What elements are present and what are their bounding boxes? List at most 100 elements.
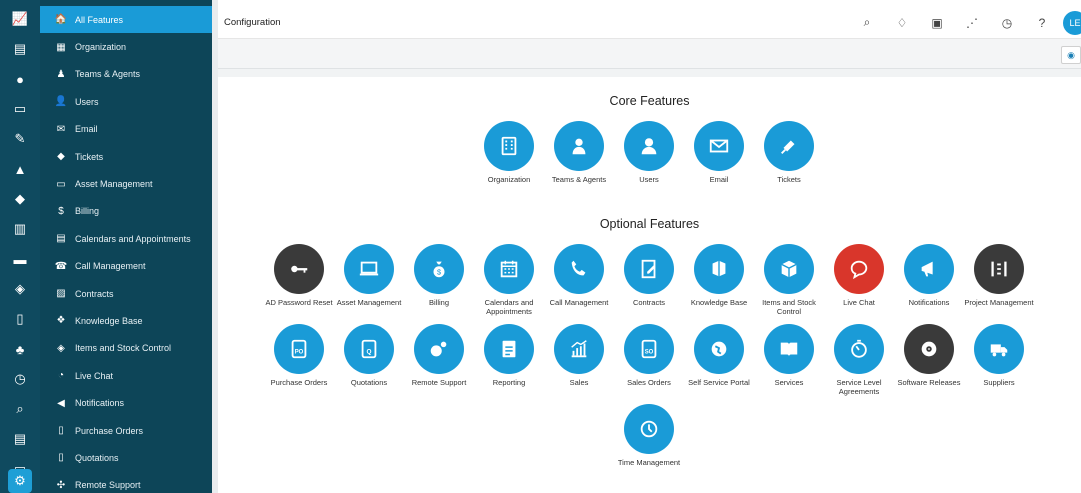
sidebar-item-quotations[interactable]: ▯ Quotations [40, 444, 212, 471]
clipboard-button[interactable]: ▣ [925, 11, 949, 35]
feature-knowledge-base[interactable]: Knowledge Base [684, 244, 754, 307]
feature-service-level-agreements[interactable]: Service Level Agreements [824, 324, 894, 396]
view-toggle-button[interactable]: ◉ [1061, 46, 1081, 64]
sidebar-item-organization[interactable]: ▦ Organization [40, 33, 212, 60]
sidebar-item-calendars-and-appointments[interactable]: ▤ Calendars and Appointments [40, 225, 212, 252]
rail-search-button[interactable]: ⌕ [0, 394, 40, 424]
sidebar-item-contracts[interactable]: ▨ Contracts [40, 280, 212, 307]
sidebar-item-all-features[interactable]: 🏠 All Features [40, 6, 212, 34]
user-icon: 👤 [54, 96, 68, 108]
search-button[interactable]: ⌕ [855, 11, 879, 35]
sidebar-item-label: Knowledge Base [75, 315, 143, 326]
sidebar-item-label: Asset Management [75, 179, 153, 190]
feature-label: Call Management [549, 298, 609, 307]
rail-user-button[interactable]: ● [0, 64, 40, 94]
sidebar-item-label: Organization [75, 42, 127, 53]
timer-icon [834, 324, 884, 374]
feature-email[interactable]: Email [684, 121, 754, 184]
sidebar-item-label: Billing [75, 206, 100, 217]
report-icon [484, 324, 534, 374]
feature-notifications[interactable]: Notifications [894, 244, 964, 307]
rail-thumbs-up-button[interactable]: ▲ [0, 154, 40, 184]
feature-suppliers[interactable]: Suppliers [964, 324, 1034, 387]
rss-button[interactable]: ⋰ [960, 11, 984, 35]
rail-book-button[interactable]: ▥ [0, 214, 40, 244]
feature-services[interactable]: Services [754, 324, 824, 387]
sidebar-item-asset-management[interactable]: ▭ Asset Management [40, 170, 212, 197]
feature-billing[interactable]: $ Billing [404, 244, 474, 307]
toolbar: ⌕ ♢ ▣ ⋰ ◷? LE [844, 6, 1081, 39]
sidebar-item-label: Remote Support [75, 480, 141, 491]
box-icon: ◆ [15, 191, 25, 206]
rail-money-bag-button[interactable]: ♣ [0, 334, 40, 364]
feature-live-chat[interactable]: Live Chat [824, 244, 894, 307]
feature-label: Time Management [617, 458, 681, 467]
feature-ad-password-reset[interactable]: AD Password Reset [264, 244, 334, 307]
rail-cube-button[interactable]: ◈ [0, 274, 40, 304]
help-button[interactable]: ? [1030, 11, 1054, 35]
feature-time-management[interactable]: Time Management [614, 404, 684, 467]
rail-calendar-button[interactable]: ▤ [0, 34, 40, 64]
agent-icon: ♟ [56, 68, 66, 80]
sidebar-item-label: Live Chat [75, 370, 114, 381]
user-icon [624, 121, 674, 171]
rail-monitor-button[interactable]: ▭ [0, 94, 40, 124]
rail-clock-button[interactable]: ◷ [0, 364, 40, 394]
bell-button[interactable]: ♢ [890, 11, 914, 35]
sidebar-item-label: Quotations [75, 452, 119, 463]
sidebar-item-tickets[interactable]: ◆ Tickets [40, 143, 212, 170]
clock-icon [624, 404, 674, 454]
rail-edit-button[interactable]: ✎ [0, 124, 40, 154]
feature-sales[interactable]: Sales [544, 324, 614, 387]
book-icon: ▥ [13, 221, 27, 236]
feature-tickets[interactable]: Tickets [754, 121, 824, 184]
feature-users[interactable]: Users [614, 121, 684, 184]
sidebar-item-remote-support[interactable]: ✣ Remote Support [40, 472, 212, 493]
feature-quotations[interactable]: Q Quotations [334, 324, 404, 387]
feature-project-management[interactable]: Project Management [964, 244, 1034, 307]
feature-reporting[interactable]: Reporting [474, 324, 544, 387]
sidebar-item-users[interactable]: 👤 Users [40, 88, 212, 115]
sidebar-item-live-chat[interactable]: ◔ Live Chat [40, 362, 212, 389]
sidebar-item-notifications[interactable]: ◀ Notifications [40, 389, 212, 416]
truck-icon: ▬ [13, 251, 27, 267]
rail-quote-button[interactable]: ▯ [0, 304, 40, 334]
feature-contracts[interactable]: Contracts [614, 244, 684, 307]
sidebar-item-teams-agents[interactable]: ♟ Teams & Agents [40, 61, 212, 88]
rail-document-button[interactable]: ▤ [0, 424, 40, 454]
sidebar-item-billing[interactable]: $ Billing [40, 198, 212, 225]
feature-sales-orders[interactable]: SO Sales Orders [614, 324, 684, 387]
feature-call-management[interactable]: Call Management [544, 244, 614, 307]
feature-organization[interactable]: Organization [474, 121, 544, 184]
clipboard-icon: ▣ [931, 15, 943, 30]
email-icon: ✉ [56, 123, 66, 135]
feature-purchase-orders[interactable]: PO Purchase Orders [264, 324, 334, 387]
knowledge-icon [694, 244, 744, 294]
eye-icon: ◉ [1067, 49, 1075, 60]
rail-chart-button[interactable]: 📈 [0, 4, 40, 34]
feature-items-and-stock-control[interactable]: Items and Stock Control [754, 244, 824, 316]
rail-box-button[interactable]: ◆ [0, 184, 40, 214]
po-icon: PO [274, 324, 324, 374]
sidebar-item-email[interactable]: ✉ Email [40, 116, 212, 143]
feature-teams-agents[interactable]: Teams & Agents [544, 121, 614, 184]
feature-remote-support[interactable]: Remote Support [404, 324, 474, 387]
feature-software-releases[interactable]: Software Releases [894, 324, 964, 387]
sidebar-item-items-and-stock-control[interactable]: ◈ Items and Stock Control [40, 335, 212, 362]
sidebar-item-purchase-orders[interactable]: ▯ Purchase Orders [40, 417, 212, 444]
disc-icon [904, 324, 954, 374]
edit-icon: ✎ [14, 131, 26, 146]
user-avatar[interactable]: LE [1063, 10, 1081, 35]
sidebar-item-call-management[interactable]: ☎ Call Management [40, 253, 212, 280]
sidebar-item-knowledge-base[interactable]: ❖ Knowledge Base [40, 307, 212, 334]
feature-self-service-portal[interactable]: Self Service Portal [684, 324, 754, 387]
feature-label: Asset Management [336, 298, 402, 307]
rail-settings-button[interactable]: ⚙ [8, 469, 32, 493]
feature-calendars-and-appointments[interactable]: Calendars and Appointments [474, 244, 544, 316]
clock-button[interactable]: ◷ [995, 11, 1019, 35]
kanban-icon [974, 244, 1024, 294]
svg-text:SO: SO [645, 350, 654, 356]
feature-asset-management[interactable]: Asset Management [334, 244, 404, 307]
rail-truck-button[interactable]: ▬ [0, 244, 40, 274]
ticket-icon: ◆ [57, 151, 65, 163]
